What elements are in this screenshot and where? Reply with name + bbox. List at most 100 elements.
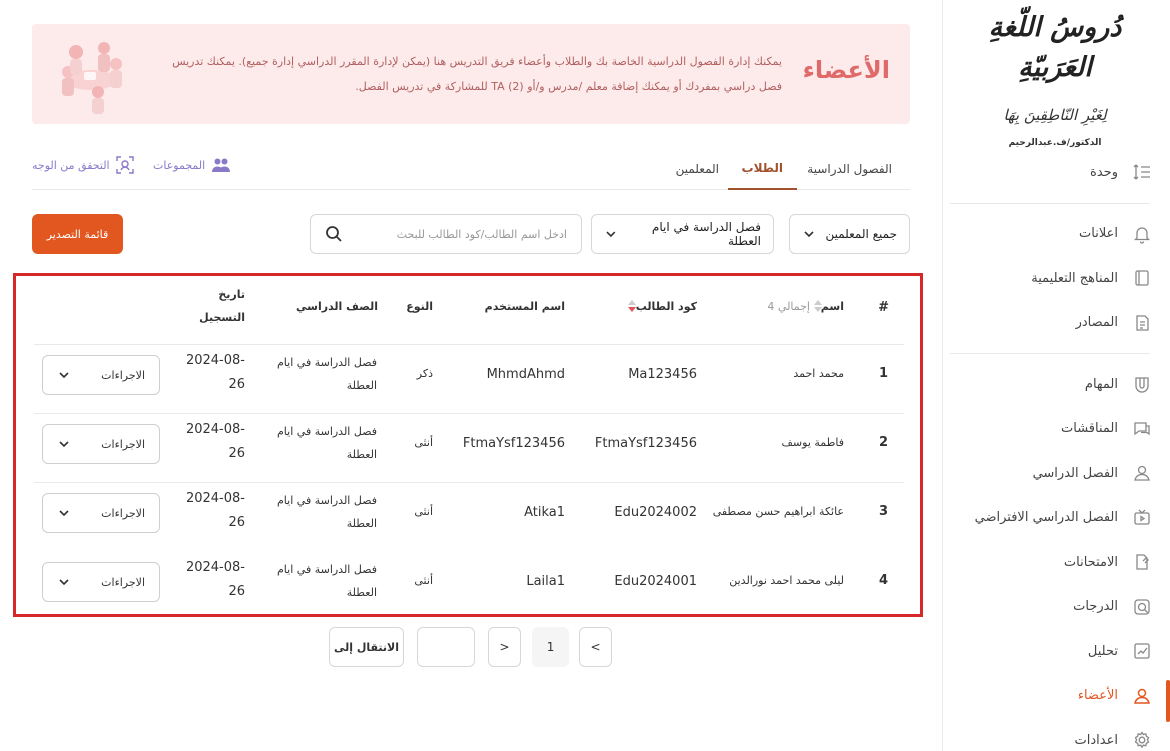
- sidebar-item-curricula[interactable]: المناهج التعليمية: [942, 256, 1170, 301]
- enroll-date-line1: -2024-08: [185, 422, 245, 437]
- class-filter-select[interactable]: فصل الدراسة في ايام العطلة: [591, 214, 774, 254]
- student-gender: ذكر: [416, 367, 433, 380]
- sidebar-item-announcements[interactable]: اعلانات: [942, 212, 1170, 257]
- discussion-icon: [1132, 419, 1152, 439]
- row-actions-dropdown[interactable]: الاجراءات: [42, 493, 160, 533]
- row-divider: [34, 413, 904, 414]
- row-actions-label: الاجراءات: [101, 437, 145, 451]
- student-code: Edu2024002: [614, 505, 697, 520]
- sort-icon[interactable]: [814, 300, 822, 312]
- student-code: FtmaYsf123456: [594, 436, 697, 451]
- student-username: FtmaYsf123456: [462, 436, 565, 451]
- col-code-header[interactable]: كود الطالب: [636, 300, 697, 313]
- student-username: MhmdAhmd: [486, 367, 565, 382]
- face-scan-icon: [115, 156, 134, 174]
- teachers-filter-select[interactable]: جميع المعلمين: [789, 214, 910, 254]
- sidebar-item-label: الدرجات: [1073, 599, 1118, 615]
- student-gender: أنثى: [414, 574, 433, 587]
- sort-icon[interactable]: [628, 300, 636, 312]
- enroll-date-line1: -2024-08: [185, 491, 245, 506]
- sidebar-item-classroom[interactable]: الفصل الدراسي: [942, 451, 1170, 496]
- sidebar-item-resources[interactable]: المصادر: [942, 301, 1170, 346]
- sidebar-item-label: الفصل الدراسي الافتراضي: [974, 510, 1118, 526]
- student-gender: أنثى: [414, 505, 433, 518]
- student-gender: أنثى: [414, 436, 433, 449]
- logo-subtitle: لِغَيْرِ النّاطِقِينَ بِهَا: [1003, 106, 1107, 124]
- sidebar: دُروسُ اللّغةِ العَرَبيّةِ لِغَيْرِ النّ…: [942, 0, 1170, 751]
- divider: [950, 202, 1150, 204]
- bell-icon: [1132, 224, 1152, 244]
- teachers-filter-value: جميع المعلمين: [825, 227, 897, 241]
- search-input[interactable]: [343, 227, 567, 241]
- sidebar-item-tasks[interactable]: المهام: [942, 362, 1170, 407]
- student-class-line2: العطلة: [346, 448, 377, 461]
- row-actions-dropdown[interactable]: الاجراءات: [42, 562, 160, 602]
- row-index: 2: [878, 435, 888, 450]
- row-index: 3: [878, 504, 888, 519]
- student-name: فاطمة يوسف: [781, 436, 844, 449]
- sidebar-item-virtual-class[interactable]: الفصل الدراسي الافتراضي: [942, 496, 1170, 541]
- chevron-down-icon: [59, 372, 69, 379]
- row-actions-dropdown[interactable]: الاجراءات: [42, 355, 160, 395]
- logo-author: الدكتور/ف.عبدالرحيم: [1008, 138, 1102, 148]
- col-class-header: الصف الدراسي: [296, 300, 378, 313]
- resources-icon: [1132, 313, 1152, 333]
- row-actions-label: الاجراءات: [101, 506, 145, 520]
- search-icon[interactable]: [325, 225, 343, 243]
- chevron-down-icon: [606, 231, 616, 238]
- tab-teachers[interactable]: المعلمين: [676, 147, 719, 190]
- app-logo[interactable]: دُروسُ اللّغةِ العَرَبيّةِ لِغَيْرِ النّ…: [960, 8, 1150, 148]
- col-username-header: اسم المستخدم: [484, 300, 565, 313]
- face-verify-link[interactable]: التحقق من الوجه: [32, 147, 134, 183]
- enroll-date-line2: 26: [228, 584, 245, 599]
- pagination-page-1[interactable]: 1: [532, 627, 569, 667]
- tab-students[interactable]: الطلاب: [727, 147, 797, 190]
- groups-link[interactable]: المجموعات: [153, 147, 231, 183]
- sidebar-item-label: اعدادات: [1074, 732, 1118, 748]
- student-class-line1: فصل الدراسة في ايام: [277, 494, 377, 507]
- divider: [950, 353, 1150, 354]
- sidebar-item-grades[interactable]: الدرجات: [942, 585, 1170, 630]
- sidebar-item-label: الأعضاء: [1077, 688, 1118, 704]
- exams-icon: [1132, 552, 1152, 572]
- members-icon: [1132, 686, 1152, 706]
- sidebar-item-unit[interactable]: وحدة: [942, 150, 1170, 195]
- col-date-header-line2: التسجيل: [199, 311, 245, 324]
- class-filter-value: فصل الدراسة في ايام العطلة: [651, 220, 761, 248]
- student-code: Edu2024001: [614, 574, 697, 589]
- row-divider: [34, 344, 904, 345]
- virtual-class-icon: [1132, 508, 1152, 528]
- enroll-date-line2: 26: [228, 446, 245, 461]
- sidebar-item-label: المصادر: [1075, 315, 1118, 331]
- students-table: # اسم إجمالي 4 كود الطالب اسم المستخدم ا…: [13, 273, 923, 617]
- tab-classes[interactable]: الفصول الدراسية: [807, 147, 892, 190]
- student-search[interactable]: [310, 214, 582, 254]
- chevron-down-icon: [59, 441, 69, 448]
- student-name: محمد احمد: [793, 367, 844, 380]
- sidebar-item-members[interactable]: الأعضاء: [942, 674, 1170, 721]
- enroll-date-line1: -2024-08: [185, 560, 245, 575]
- sidebar-item-exams[interactable]: الامتحانات: [942, 540, 1170, 585]
- goto-page-button[interactable]: الانتقال إلى: [329, 627, 404, 667]
- pagination-prev-button[interactable]: >: [579, 627, 612, 667]
- classroom-icon: [1132, 463, 1152, 483]
- enroll-date-line2: 26: [228, 515, 245, 530]
- analytics-icon: [1132, 641, 1152, 661]
- sort-desc-icon: [628, 307, 636, 312]
- col-name-header[interactable]: اسم: [821, 300, 844, 313]
- export-list-button[interactable]: قائمة التصدير: [32, 214, 123, 254]
- row-actions-dropdown[interactable]: الاجراءات: [42, 424, 160, 464]
- sidebar-item-label: الامتحانات: [1063, 554, 1118, 570]
- logo-title: دُروسُ اللّغةِ العَرَبيّةِ: [988, 12, 1123, 83]
- unit-icon: [1132, 162, 1152, 182]
- sidebar-item-analytics[interactable]: تحليل: [942, 629, 1170, 674]
- sidebar-item-label: المناهج التعليمية: [1031, 270, 1118, 286]
- chevron-down-icon: [59, 579, 69, 586]
- pagination-next-button[interactable]: <: [488, 627, 521, 667]
- sidebar-item-settings[interactable]: اعدادات: [942, 718, 1170, 751]
- goto-page-input[interactable]: [417, 627, 475, 667]
- tasks-icon: [1132, 374, 1152, 394]
- sidebar-item-label: المهام: [1084, 376, 1118, 392]
- student-class-line2: العطلة: [346, 517, 377, 530]
- sidebar-item-discussions[interactable]: المناقشات: [942, 407, 1170, 452]
